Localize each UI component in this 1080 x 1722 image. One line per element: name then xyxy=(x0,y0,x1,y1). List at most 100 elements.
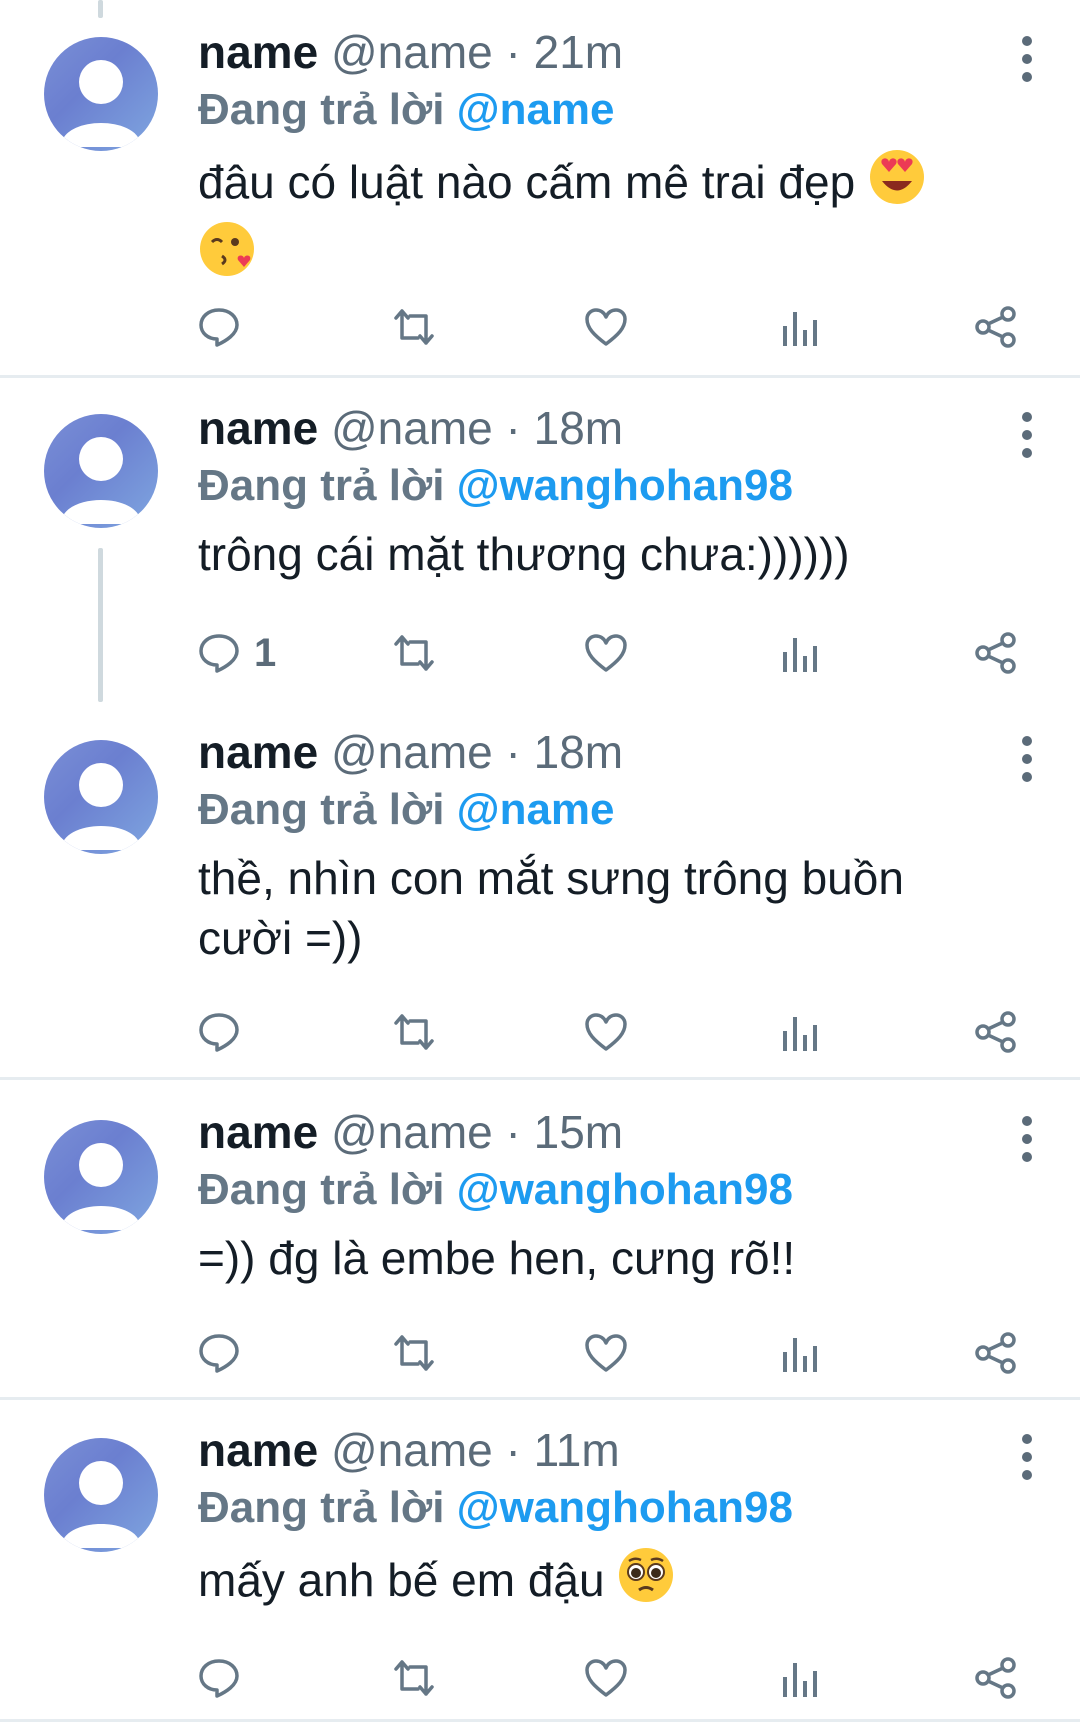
user-handle[interactable]: @name xyxy=(331,26,493,78)
separator: · xyxy=(505,402,521,454)
reply-icon xyxy=(199,1334,239,1373)
tweet[interactable]: name @name · 15m Đang trả lời @wanghohan… xyxy=(0,1080,1080,1400)
reply-prefix: Đang trả lời xyxy=(198,461,445,510)
share-button[interactable] xyxy=(974,1328,1018,1378)
reply-context: Đang trả lời @wanghohan98 xyxy=(198,1160,1010,1220)
analytics-button[interactable] xyxy=(780,1328,820,1378)
analytics-button[interactable] xyxy=(780,1007,820,1057)
tweet[interactable]: name @name · 18m Đang trả lời @name thề,… xyxy=(0,702,1080,1080)
more-options-icon[interactable] xyxy=(1022,412,1034,466)
avatar[interactable] xyxy=(44,740,158,854)
reply-to-handle[interactable]: @name xyxy=(457,85,615,134)
separator: · xyxy=(505,1106,521,1158)
like-button[interactable] xyxy=(584,1653,628,1703)
reply-button[interactable] xyxy=(198,1328,254,1378)
retweet-icon xyxy=(394,309,434,345)
more-options-icon[interactable] xyxy=(1022,1434,1034,1488)
timestamp[interactable]: 18m xyxy=(534,726,623,778)
avatar-placeholder-icon xyxy=(61,60,141,147)
timestamp[interactable]: 18m xyxy=(534,402,623,454)
reply-count: 1 xyxy=(254,630,277,675)
tweet-text-line: cười =)) xyxy=(198,912,363,964)
reply-context: Đang trả lời @wanghohan98 xyxy=(198,1478,1010,1538)
user-handle[interactable]: @name xyxy=(331,1424,493,1476)
retweet-button[interactable] xyxy=(390,1007,438,1057)
tweet-actions xyxy=(198,1328,1028,1378)
avatar[interactable] xyxy=(44,414,158,528)
retweet-button[interactable] xyxy=(390,1328,438,1378)
reply-to-handle[interactable]: @wanghohan98 xyxy=(457,461,793,510)
avatar-placeholder-icon xyxy=(61,763,141,850)
user-handle[interactable]: @name xyxy=(331,1106,493,1158)
analytics-icon xyxy=(783,1663,817,1697)
retweet-button[interactable] xyxy=(390,302,438,352)
reply-button[interactable] xyxy=(198,1653,254,1703)
share-button[interactable] xyxy=(974,1007,1018,1057)
analytics-button[interactable] xyxy=(780,1653,820,1703)
separator: · xyxy=(505,726,521,778)
reply-to-handle[interactable]: @name xyxy=(457,785,615,834)
tweet[interactable]: name @name · 11m Đang trả lời @wanghohan… xyxy=(0,1400,1080,1722)
reply-icon xyxy=(199,1659,239,1698)
reply-icon xyxy=(199,308,239,347)
thread-line xyxy=(98,548,103,702)
timestamp[interactable]: 21m xyxy=(534,26,623,78)
tweet[interactable]: name @name · 18m Đang trả lời @wanghohan… xyxy=(0,378,1080,702)
share-button[interactable] xyxy=(974,1653,1018,1703)
analytics-button[interactable] xyxy=(780,302,820,352)
reply-button[interactable]: 1 xyxy=(198,628,276,678)
pleading-face-emoji xyxy=(617,1546,675,1618)
tweet-header: name @name · 11m xyxy=(198,1422,1010,1478)
tweet[interactable]: name @name · 21m Đang trả lời @name đâu … xyxy=(0,0,1080,378)
display-name[interactable]: name xyxy=(198,1106,318,1158)
retweet-button[interactable] xyxy=(390,628,438,678)
like-button[interactable] xyxy=(584,1007,628,1057)
timestamp[interactable]: 15m xyxy=(534,1106,623,1158)
reply-to-handle[interactable]: @wanghohan98 xyxy=(457,1165,793,1214)
like-button[interactable] xyxy=(584,628,628,678)
tweet-actions: 1 xyxy=(198,628,1028,678)
like-button[interactable] xyxy=(584,302,628,352)
user-handle[interactable]: @name xyxy=(331,402,493,454)
tweet-text-line: =)) đg là embe hen, cưng rõ!! xyxy=(198,1232,796,1284)
reply-button[interactable] xyxy=(198,302,254,352)
avatar[interactable] xyxy=(44,1438,158,1552)
analytics-icon xyxy=(783,1338,817,1372)
separator: · xyxy=(505,26,521,78)
tweet-text: mấy anh bế em đậu xyxy=(198,1546,1010,1618)
reply-to-handle[interactable]: @wanghohan98 xyxy=(457,1483,793,1532)
like-icon xyxy=(585,634,627,672)
reply-button[interactable] xyxy=(198,1007,254,1057)
more-options-icon[interactable] xyxy=(1022,1116,1034,1170)
share-icon xyxy=(975,632,1016,674)
avatar[interactable] xyxy=(44,1120,158,1234)
share-button[interactable] xyxy=(974,628,1018,678)
retweet-button[interactable] xyxy=(390,1653,438,1703)
reply-context: Đang trả lời @name xyxy=(198,780,1010,840)
tweet-text-line: thề, nhìn con mắt sưng trông buồn xyxy=(198,852,904,904)
retweet-icon xyxy=(394,1335,434,1371)
display-name[interactable]: name xyxy=(198,26,318,78)
share-icon xyxy=(975,1332,1016,1374)
avatar-placeholder-icon xyxy=(61,1143,141,1230)
analytics-button[interactable] xyxy=(780,628,820,678)
tweet-text: trông cái mặt thương chưa:)))))) xyxy=(198,524,1010,584)
reply-context: Đang trả lời @wanghohan98 xyxy=(198,456,1010,516)
avatar[interactable] xyxy=(44,37,158,151)
tweet-header: name @name · 18m xyxy=(198,400,1010,456)
display-name[interactable]: name xyxy=(198,402,318,454)
analytics-icon xyxy=(783,312,817,346)
avatar-placeholder-icon xyxy=(61,437,141,524)
separator: · xyxy=(505,1424,521,1476)
timestamp[interactable]: 11m xyxy=(534,1424,620,1476)
kissing-heart-emoji xyxy=(198,220,256,292)
analytics-icon xyxy=(783,1017,817,1051)
share-button[interactable] xyxy=(974,302,1018,352)
more-options-icon[interactable] xyxy=(1022,36,1034,90)
display-name[interactable]: name xyxy=(198,1424,318,1476)
like-button[interactable] xyxy=(584,1328,628,1378)
more-options-icon[interactable] xyxy=(1022,736,1034,790)
display-name[interactable]: name xyxy=(198,726,318,778)
tweet-text: đâu có luật nào cấm mê trai đẹp xyxy=(198,148,1010,292)
user-handle[interactable]: @name xyxy=(331,726,493,778)
